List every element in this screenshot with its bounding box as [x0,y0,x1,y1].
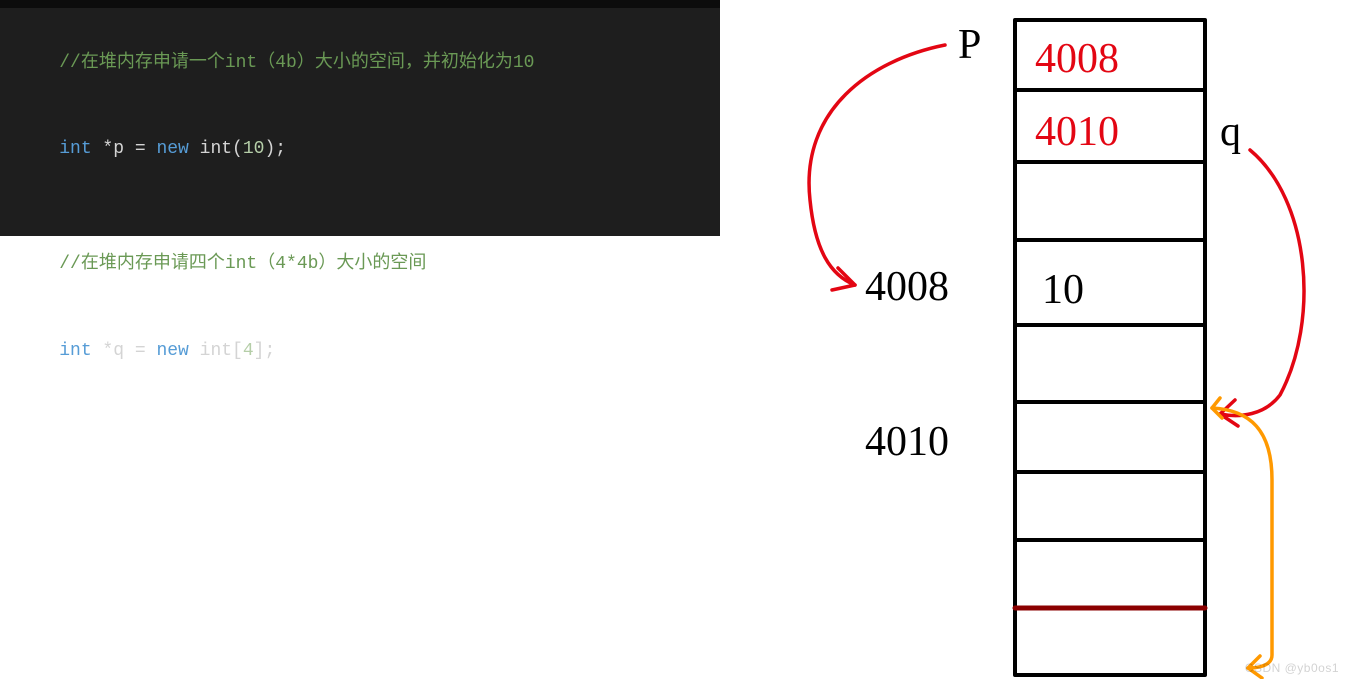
memory-diagram: 4008 4010 10 P q 4008 4010 [720,0,1345,679]
number-literal: 4 [243,341,254,361]
p-arrow [809,45,945,285]
comment-text: //在堆内存申请一个int（4b）大小的空间，并初始化为10 [59,53,534,73]
new-keyword: new [156,341,188,361]
cell-q-value: 4010 [1035,109,1119,155]
code-line-1: int *p = new int(10); [16,106,710,192]
blank-line [16,193,710,222]
q-arrow [1220,150,1304,416]
q-label: q [1220,109,1241,155]
cell-p-value: 4008 [1035,36,1119,82]
code-fragment: *q = [92,341,157,361]
comment-text: //在堆内存申请四个int（4*4b）大小的空间 [59,254,426,274]
code-line-2: int *q = new int[4]; [16,308,710,394]
code-fragment: int( [189,139,243,159]
array-span [1212,408,1272,668]
heap-value-10: 10 [1042,267,1084,313]
type-keyword: int [59,139,91,159]
code-fragment: *p = [92,139,157,159]
p-label: P [958,22,981,68]
watermark: CSDN @yb0os1 [1245,661,1339,675]
code-block: //在堆内存申请一个int（4b）大小的空间，并初始化为10 int *p = … [0,0,720,236]
code-comment-1: //在堆内存申请一个int（4b）大小的空间，并初始化为10 [16,20,710,106]
code-comment-2: //在堆内存申请四个int（4*4b）大小的空间 [16,222,710,308]
code-fragment: int[ [189,341,243,361]
number-literal: 10 [243,139,265,159]
code-fragment: ]; [254,341,276,361]
code-fragment: ); [264,139,286,159]
new-keyword: new [156,139,188,159]
type-keyword: int [59,341,91,361]
addr-q-label: 4010 [865,419,949,465]
addr-p-label: 4008 [865,264,949,310]
